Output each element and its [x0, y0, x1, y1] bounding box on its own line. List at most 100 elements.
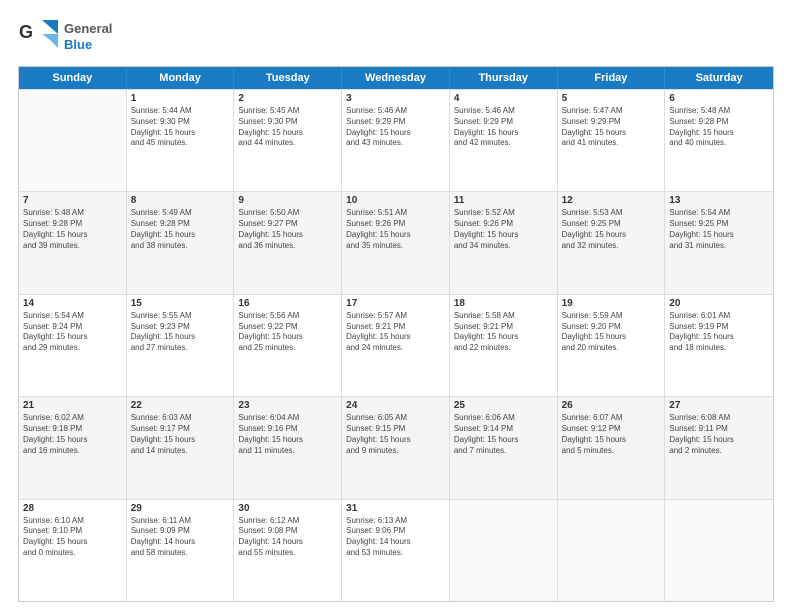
day-12: 12Sunrise: 5:53 AM Sunset: 9:25 PM Dayli… — [558, 192, 666, 293]
day-6: 6 Sunrise: 5:48 AM Sunset: 9:28 PM Daylig… — [665, 90, 773, 191]
day-11: 11Sunrise: 5:52 AM Sunset: 9:26 PM Dayli… — [450, 192, 558, 293]
day-info: Sunrise: 5:56 AM Sunset: 9:22 PM Dayligh… — [238, 311, 337, 354]
day-15: 15 Sunrise: 5:55 AM Sunset: 9:23 PM Dayli… — [127, 295, 235, 396]
day-20: 20 Sunrise: 6:01 AM Sunset: 9:19 PM Dayli… — [665, 295, 773, 396]
cal-row-5: 28Sunrise: 6:10 AM Sunset: 9:10 PM Dayli… — [19, 499, 773, 601]
day-info: Sunrise: 6:13 AM Sunset: 9:06 PM Dayligh… — [346, 516, 445, 559]
day-number: 11 — [454, 195, 553, 206]
day-number: 1 — [131, 93, 230, 104]
day-number: 31 — [346, 503, 445, 514]
day-number: 20 — [669, 298, 769, 309]
cal-row-1: 1 Sunrise: 5:44 AM Sunset: 9:30 PM Daylig… — [19, 89, 773, 191]
day-info: Sunrise: 6:08 AM Sunset: 9:11 PM Dayligh… — [669, 413, 769, 456]
day-number: 5 — [562, 93, 661, 104]
day-3: 3 Sunrise: 5:46 AM Sunset: 9:29 PM Daylig… — [342, 90, 450, 191]
cal-row-2: 7 Sunrise: 5:48 AM Sunset: 9:28 PM Daylig… — [19, 191, 773, 293]
day-info: Sunrise: 6:12 AM Sunset: 9:08 PM Dayligh… — [238, 516, 337, 559]
day-info: Sunrise: 5:46 AM Sunset: 9:29 PM Dayligh… — [454, 106, 553, 149]
day-number: 10 — [346, 195, 445, 206]
empty-cell-4-6 — [665, 500, 773, 601]
logo-line1: General — [64, 21, 112, 37]
day-number: 7 — [23, 195, 122, 206]
day-number: 14 — [23, 298, 122, 309]
empty-cell-4-5 — [558, 500, 666, 601]
day-info: Sunrise: 5:44 AM Sunset: 9:30 PM Dayligh… — [131, 106, 230, 149]
day-info: Sunrise: 6:06 AM Sunset: 9:14 PM Dayligh… — [454, 413, 553, 456]
day-info: Sunrise: 5:46 AM Sunset: 9:29 PM Dayligh… — [346, 106, 445, 149]
day-number: 21 — [23, 400, 122, 411]
day-info: Sunrise: 5:48 AM Sunset: 9:28 PM Dayligh… — [669, 106, 769, 149]
day-number: 2 — [238, 93, 337, 104]
day-info: Sunrise: 6:07 AM Sunset: 9:12 PM Dayligh… — [562, 413, 661, 456]
day-info: Sunrise: 6:05 AM Sunset: 9:15 PM Dayligh… — [346, 413, 445, 456]
day-25: 25 Sunrise: 6:06 AM Sunset: 9:14 PM Dayli… — [450, 397, 558, 498]
day-27: 27 Sunrise: 6:08 AM Sunset: 9:11 PM Dayli… — [665, 397, 773, 498]
day-number: 27 — [669, 400, 769, 411]
day-1: 1 Sunrise: 5:44 AM Sunset: 9:30 PM Daylig… — [127, 90, 235, 191]
day-info: Sunrise: 5:55 AM Sunset: 9:23 PM Dayligh… — [131, 311, 230, 354]
day-info: Sunrise: 6:02 AM Sunset: 9:18 PM Dayligh… — [23, 413, 122, 456]
header-friday: Friday — [558, 67, 666, 89]
calendar-header: SundayMondayTuesdayWednesdayThursdayFrid… — [19, 67, 773, 89]
day-13: 13Sunrise: 5:54 AM Sunset: 9:25 PM Dayli… — [665, 192, 773, 293]
day-22: 22Sunrise: 6:03 AM Sunset: 9:17 PM Dayli… — [127, 397, 235, 498]
day-26: 26 Sunrise: 6:07 AM Sunset: 9:12 PM Dayli… — [558, 397, 666, 498]
day-number: 13 — [669, 195, 769, 206]
day-19: 19Sunrise: 5:59 AM Sunset: 9:20 PM Dayli… — [558, 295, 666, 396]
day-31: 31 Sunrise: 6:13 AM Sunset: 9:06 PM Dayli… — [342, 500, 450, 601]
day-29: 29Sunrise: 6:11 AM Sunset: 9:09 PM Dayli… — [127, 500, 235, 601]
day-info: Sunrise: 5:49 AM Sunset: 9:28 PM Dayligh… — [131, 208, 230, 251]
day-info: Sunrise: 5:47 AM Sunset: 9:29 PM Dayligh… — [562, 106, 661, 149]
calendar-body: 1 Sunrise: 5:44 AM Sunset: 9:30 PM Daylig… — [19, 89, 773, 601]
header-saturday: Saturday — [665, 67, 773, 89]
header: G General Blue — [18, 18, 774, 56]
day-info: Sunrise: 5:54 AM Sunset: 9:24 PM Dayligh… — [23, 311, 122, 354]
day-info: Sunrise: 5:59 AM Sunset: 9:20 PM Dayligh… — [562, 311, 661, 354]
logo-line2: Blue — [64, 37, 112, 53]
day-5: 5 Sunrise: 5:47 AM Sunset: 9:29 PM Daylig… — [558, 90, 666, 191]
day-number: 9 — [238, 195, 337, 206]
day-2: 2Sunrise: 5:45 AM Sunset: 9:30 PM Daylig… — [234, 90, 342, 191]
day-info: Sunrise: 6:11 AM Sunset: 9:09 PM Dayligh… — [131, 516, 230, 559]
day-28: 28Sunrise: 6:10 AM Sunset: 9:10 PM Dayli… — [19, 500, 127, 601]
day-number: 28 — [23, 503, 122, 514]
day-number: 26 — [562, 400, 661, 411]
day-number: 6 — [669, 93, 769, 104]
logo-svg: G — [18, 18, 60, 56]
day-info: Sunrise: 5:48 AM Sunset: 9:28 PM Dayligh… — [23, 208, 122, 251]
day-number: 25 — [454, 400, 553, 411]
day-info: Sunrise: 5:51 AM Sunset: 9:26 PM Dayligh… — [346, 208, 445, 251]
svg-text:G: G — [19, 22, 33, 42]
header-monday: Monday — [127, 67, 235, 89]
day-21: 21 Sunrise: 6:02 AM Sunset: 9:18 PM Dayli… — [19, 397, 127, 498]
day-23: 23Sunrise: 6:04 AM Sunset: 9:16 PM Dayli… — [234, 397, 342, 498]
day-info: Sunrise: 6:01 AM Sunset: 9:19 PM Dayligh… — [669, 311, 769, 354]
day-number: 24 — [346, 400, 445, 411]
day-number: 12 — [562, 195, 661, 206]
empty-cell-0-0 — [19, 90, 127, 191]
day-24: 24 Sunrise: 6:05 AM Sunset: 9:15 PM Dayli… — [342, 397, 450, 498]
day-10: 10 Sunrise: 5:51 AM Sunset: 9:26 PM Dayli… — [342, 192, 450, 293]
header-wednesday: Wednesday — [342, 67, 450, 89]
day-16: 16 Sunrise: 5:56 AM Sunset: 9:22 PM Dayli… — [234, 295, 342, 396]
day-9: 9 Sunrise: 5:50 AM Sunset: 9:27 PM Daylig… — [234, 192, 342, 293]
day-info: Sunrise: 5:58 AM Sunset: 9:21 PM Dayligh… — [454, 311, 553, 354]
page: G General Blue SundayMondayTuesdayWednes… — [0, 0, 792, 612]
day-info: Sunrise: 6:03 AM Sunset: 9:17 PM Dayligh… — [131, 413, 230, 456]
day-number: 15 — [131, 298, 230, 309]
day-info: Sunrise: 5:50 AM Sunset: 9:27 PM Dayligh… — [238, 208, 337, 251]
logo: G General Blue — [18, 18, 112, 56]
day-number: 3 — [346, 93, 445, 104]
day-number: 16 — [238, 298, 337, 309]
day-number: 17 — [346, 298, 445, 309]
day-number: 8 — [131, 195, 230, 206]
day-18: 18 Sunrise: 5:58 AM Sunset: 9:21 PM Dayli… — [450, 295, 558, 396]
calendar: SundayMondayTuesdayWednesdayThursdayFrid… — [18, 66, 774, 602]
day-number: 30 — [238, 503, 337, 514]
cal-row-4: 21 Sunrise: 6:02 AM Sunset: 9:18 PM Dayli… — [19, 396, 773, 498]
cal-row-3: 14 Sunrise: 5:54 AM Sunset: 9:24 PM Dayli… — [19, 294, 773, 396]
day-number: 18 — [454, 298, 553, 309]
day-number: 4 — [454, 93, 553, 104]
header-sunday: Sunday — [19, 67, 127, 89]
day-number: 23 — [238, 400, 337, 411]
